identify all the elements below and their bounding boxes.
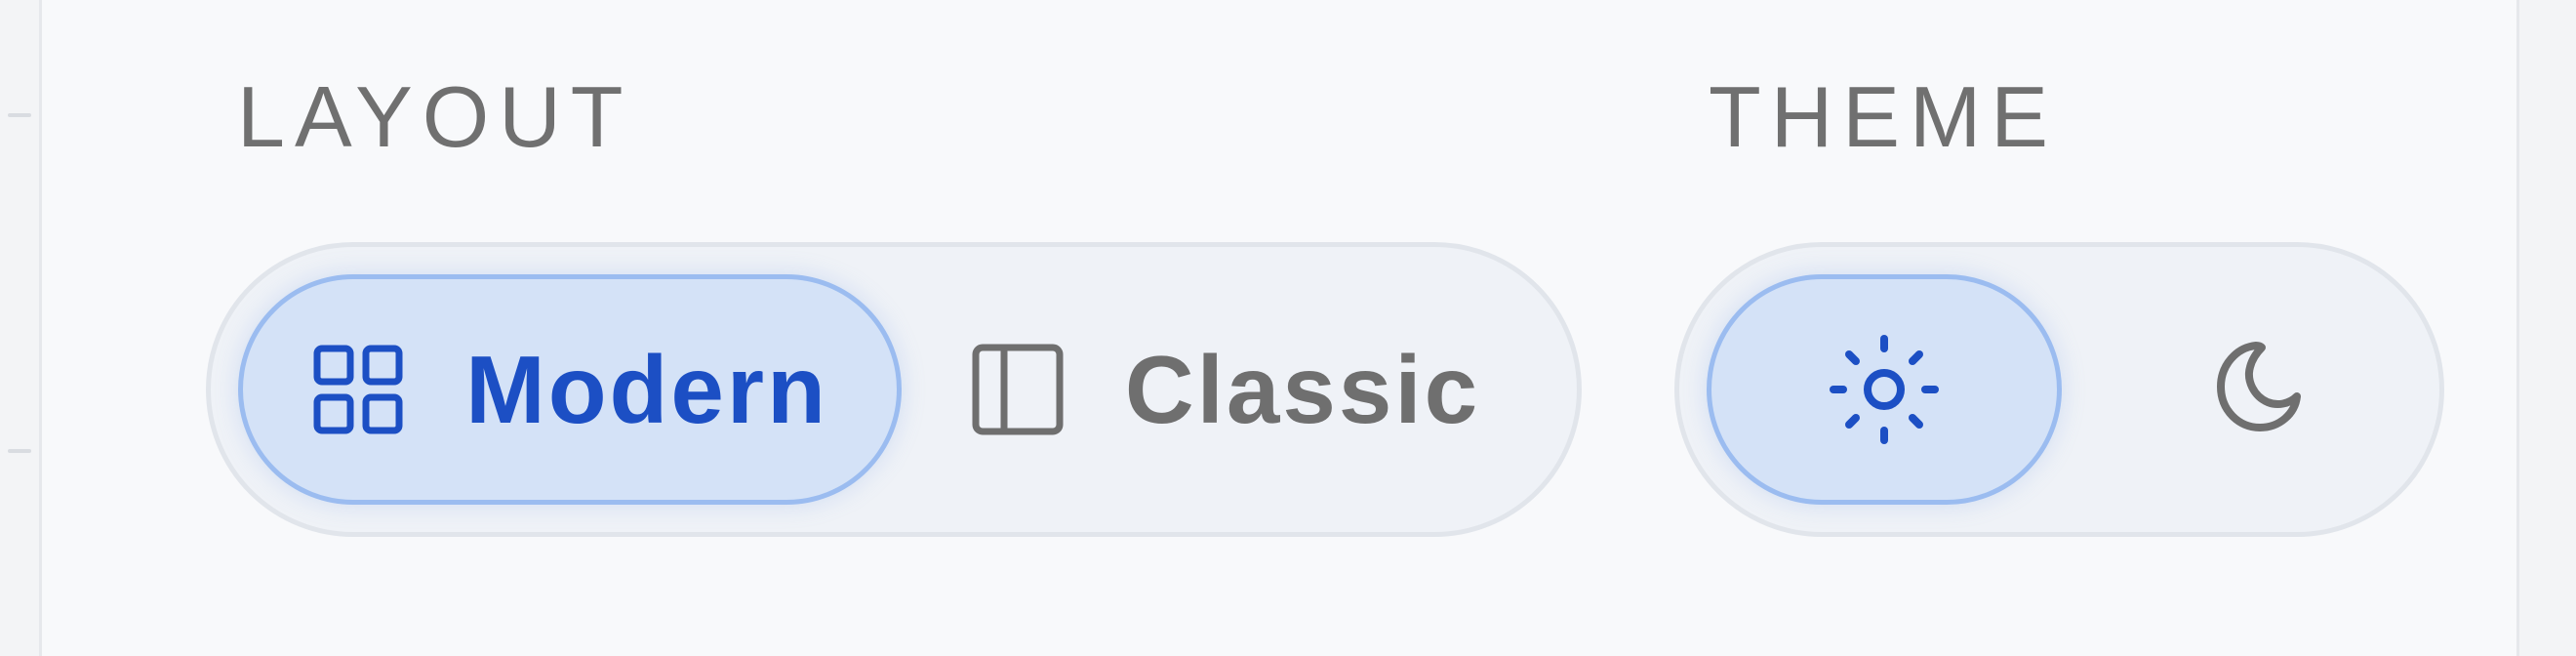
layout-toggle-group: Modern Classic [206,242,1582,537]
layout-heading: LAYOUT [237,68,633,165]
layout-option-label: Classic [1124,336,1481,443]
edge-tick [8,113,31,117]
layout-option-modern[interactable]: Modern [238,274,902,505]
layout-option-label: Modern [465,336,828,443]
edge-tick [8,449,31,453]
sun-icon [1826,331,1943,448]
sidebar-layout-icon [971,343,1065,436]
moon-icon [2201,336,2309,443]
settings-panel: LAYOUT THEME Modern Classic [39,0,2519,656]
layout-option-classic[interactable]: Classic [952,274,1499,505]
theme-option-light[interactable] [1707,274,2062,505]
theme-option-dark[interactable] [2109,274,2401,505]
theme-toggle-group [1674,242,2444,537]
theme-heading: THEME [1709,68,2058,165]
grid-icon [311,343,405,436]
